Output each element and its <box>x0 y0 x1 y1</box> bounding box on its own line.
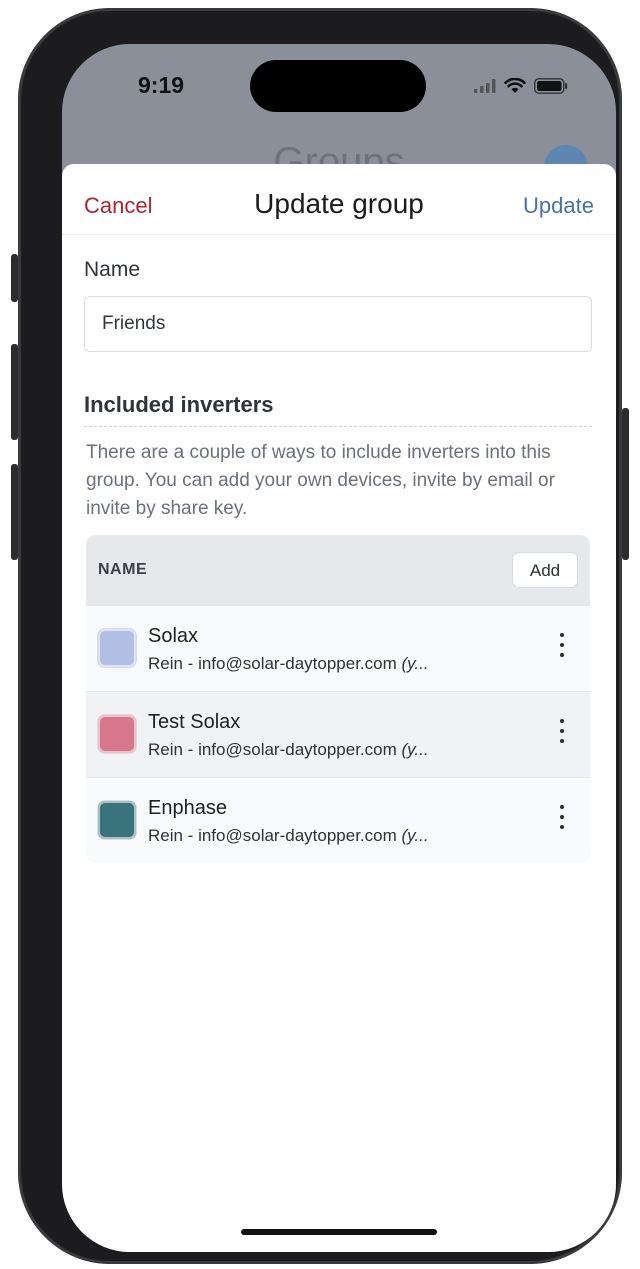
color-swatch <box>98 715 136 753</box>
nav-bar: Cancel Update group Update <box>62 164 616 235</box>
inverter-name: Solax <box>148 625 199 647</box>
table-row[interactable]: Solax Rein - info@solar-daytopper.com (y… <box>86 605 590 691</box>
update-button[interactable]: Update <box>523 193 594 219</box>
status-time: 9:19 <box>138 72 185 98</box>
inverters-description: There are a couple of ways to include in… <box>86 442 555 519</box>
update-group-sheet: Cancel Update group Update Name Included… <box>62 164 616 1252</box>
inverter-owner: Rein - info@solar-daytopper.com (y... <box>148 654 429 673</box>
dynamic-island <box>250 60 426 112</box>
more-options-icon[interactable] <box>556 719 568 747</box>
inverter-owner: Rein - info@solar-daytopper.com (y... <box>148 740 429 759</box>
table-header: NAME Add <box>86 535 590 605</box>
status-icons <box>474 78 568 94</box>
action-button <box>11 254 18 302</box>
cellular-signal-icon <box>474 79 496 93</box>
color-swatch <box>98 801 136 839</box>
more-options-icon[interactable] <box>556 633 568 661</box>
inverters-table: NAME Add Solax Rein - info@solar-daytopp… <box>86 535 590 863</box>
included-inverters-heading: Included inverters <box>84 392 274 417</box>
name-column-header: NAME <box>98 561 148 578</box>
wifi-icon <box>504 78 526 93</box>
volume-down-button <box>11 464 18 560</box>
table-row[interactable]: Test Solax Rein - info@solar-daytopper.c… <box>86 691 590 777</box>
color-swatch <box>98 629 136 667</box>
power-button <box>622 408 629 560</box>
section-divider <box>84 426 592 427</box>
volume-up-button <box>11 344 18 440</box>
screen: Groups 9:19 Cancel Update group Update N… <box>62 44 616 1252</box>
inverter-name: Test Solax <box>148 711 241 733</box>
home-indicator[interactable] <box>241 1229 437 1235</box>
inverter-name: Enphase <box>148 797 227 819</box>
table-row[interactable]: Enphase Rein - info@solar-daytopper.com … <box>86 777 590 863</box>
phone-frame: Groups 9:19 Cancel Update group Update N… <box>18 8 622 1264</box>
group-name-input[interactable] <box>84 296 592 352</box>
add-inverter-button[interactable]: Add <box>512 552 578 588</box>
battery-icon <box>534 78 568 94</box>
name-label: Name <box>84 258 141 281</box>
more-options-icon[interactable] <box>556 805 568 833</box>
inverter-owner: Rein - info@solar-daytopper.com (y... <box>148 826 429 845</box>
